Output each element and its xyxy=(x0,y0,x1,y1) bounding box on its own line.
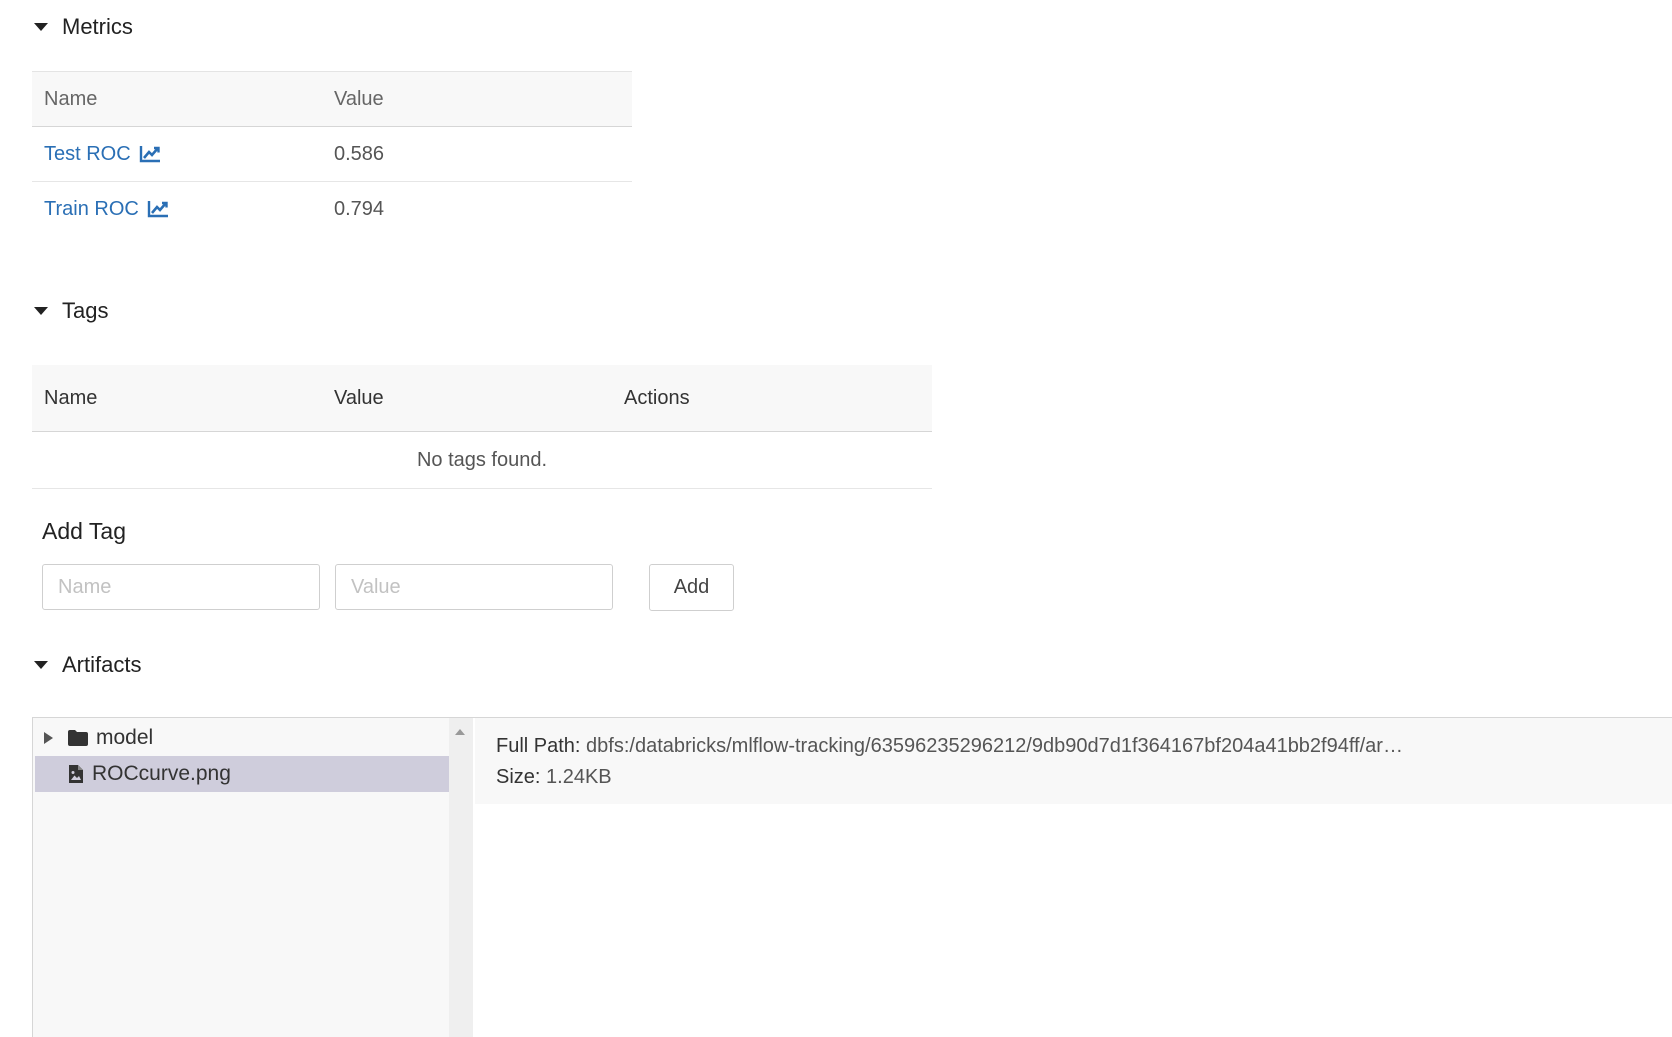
line-chart-icon xyxy=(139,146,160,163)
artifact-details: Full Path: dbfs:/databricks/mlflow-track… xyxy=(475,718,1672,804)
tags-title: Tags xyxy=(62,298,109,323)
metrics-table: Name Value Test ROC 0.586 Train ROC 0.79… xyxy=(32,71,632,236)
metrics-section-toggle[interactable]: Metrics xyxy=(32,14,133,40)
tags-section-toggle[interactable]: Tags xyxy=(32,298,108,324)
tags-col-value: Value xyxy=(334,386,384,409)
tree-item-model[interactable]: model xyxy=(35,720,449,756)
line-chart-icon xyxy=(147,201,168,218)
tag-name-input[interactable] xyxy=(42,564,320,610)
add-tag-button[interactable]: Add xyxy=(649,564,734,611)
tree-item-label: ROCcurve.png xyxy=(92,762,231,785)
artifacts-title: Artifacts xyxy=(62,652,142,677)
full-path-value: dbfs:/databricks/mlflow-tracking/6359623… xyxy=(586,735,1403,757)
metric-value: 0.586 xyxy=(334,142,385,165)
tree-item-label: model xyxy=(96,726,154,749)
caret-right-icon[interactable] xyxy=(44,732,53,744)
metric-link-test-roc[interactable]: Test ROC xyxy=(44,143,161,166)
full-path-line: Full Path: dbfs:/databricks/mlflow-track… xyxy=(496,735,1403,758)
metrics-title: Metrics xyxy=(62,14,133,39)
artifacts-panel: model ROCcurve.png Full Path: dbfs:/data… xyxy=(32,717,1672,1037)
caret-down-icon xyxy=(34,661,48,669)
folder-icon xyxy=(68,730,88,746)
caret-down-icon xyxy=(34,307,48,315)
metrics-col-name: Name xyxy=(44,87,98,110)
full-path-label: Full Path: xyxy=(496,735,581,757)
artifact-tree: model ROCcurve.png xyxy=(33,718,449,1037)
metrics-col-value: Value xyxy=(334,87,384,110)
tags-empty-message: No tags found. xyxy=(32,432,932,489)
tag-value-input[interactable] xyxy=(335,564,613,610)
tags-col-name: Name xyxy=(44,386,98,409)
scroll-up-icon[interactable] xyxy=(455,729,465,735)
metric-value: 0.794 xyxy=(334,197,385,220)
add-tag-title: Add Tag xyxy=(42,518,126,544)
tree-item-roccurve[interactable]: ROCcurve.png xyxy=(35,756,449,792)
size-label: Size: xyxy=(496,766,541,788)
table-row: Test ROC 0.586 xyxy=(32,127,632,182)
size-line: Size: 1.24KB xyxy=(496,766,612,789)
metric-link-train-roc[interactable]: Train ROC xyxy=(44,198,169,221)
caret-down-icon xyxy=(34,23,48,31)
table-row: Train ROC 0.794 xyxy=(32,182,632,236)
size-value: 1.24KB xyxy=(546,766,612,788)
tree-scrollbar[interactable] xyxy=(449,718,473,1037)
image-file-icon xyxy=(69,765,83,783)
tags-col-actions: Actions xyxy=(624,386,690,409)
tags-table: Name Value Actions No tags found. xyxy=(32,365,932,489)
artifacts-section-toggle[interactable]: Artifacts xyxy=(32,652,141,678)
metrics-table-header: Name Value xyxy=(32,71,632,127)
tags-table-header: Name Value Actions xyxy=(32,365,932,432)
